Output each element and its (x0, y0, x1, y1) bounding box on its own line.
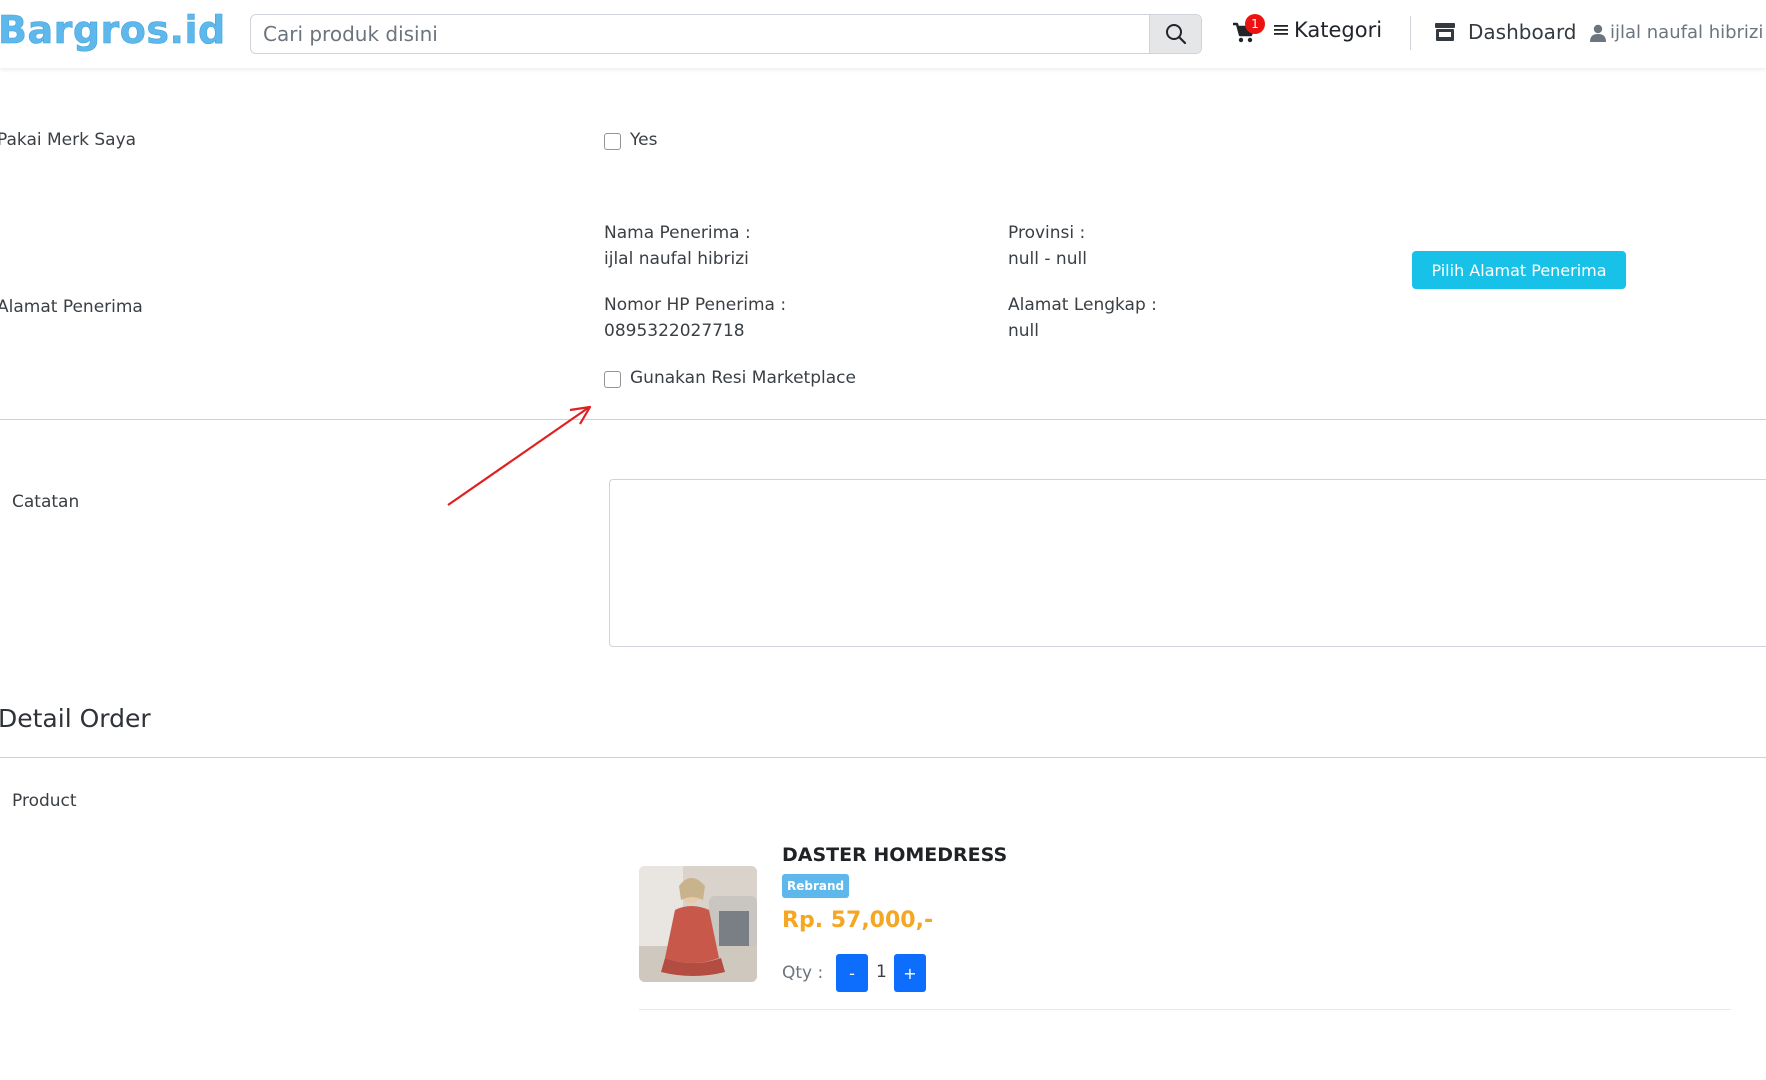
product-label: Product (12, 791, 77, 811)
pakai-merk-label: Pakai Merk Saya (0, 130, 137, 150)
alamat-lengkap-value: null (1008, 321, 1039, 341)
nav-divider (1410, 16, 1411, 50)
pakai-merk-checkbox[interactable] (604, 133, 621, 150)
pilih-alamat-button[interactable]: Pilih Alamat Penerima (1412, 251, 1626, 289)
logo[interactable]: Bargros.id (0, 8, 226, 53)
search-button[interactable] (1149, 15, 1201, 53)
qty-value: 1 (876, 962, 887, 982)
qty-decrement-button[interactable]: - (836, 954, 868, 992)
provinsi-key: Provinsi : (1008, 223, 1086, 243)
provinsi-value: null - null (1008, 249, 1087, 269)
detail-order-title: Detail Order (0, 704, 151, 733)
nama-penerima-key: Nama Penerima : (604, 223, 751, 243)
product-name: DASTER HOMEDRESS (782, 844, 1008, 866)
resi-marketplace-label[interactable]: Gunakan Resi Marketplace (630, 368, 856, 388)
kategori-label: Kategori (1294, 18, 1383, 42)
rebrand-badge: Rebrand (782, 874, 850, 898)
product-price: Rp. 57,000,- (782, 908, 934, 933)
user-icon (1590, 24, 1606, 42)
menu-icon (1274, 25, 1288, 35)
cart-count-badge: 1 (1245, 14, 1265, 34)
navbar: Bargros.id 1 Kategori (0, 0, 1766, 68)
user-menu[interactable]: ijlal naufal hibrizi (1590, 22, 1763, 43)
dashboard-label: Dashboard (1468, 20, 1577, 44)
nomor-hp-key: Nomor HP Penerima : (604, 295, 787, 315)
annotation-arrow-icon (447, 405, 592, 506)
dashboard-link[interactable]: Dashboard (1434, 20, 1577, 44)
user-name: ijlal naufal hibrizi (1610, 22, 1764, 43)
qty-increment-button[interactable]: + (894, 954, 926, 992)
product-photo-icon (639, 866, 757, 982)
nama-penerima-value: ijlal naufal hibrizi (604, 249, 749, 269)
resi-marketplace-checkbox[interactable] (604, 371, 621, 388)
search-input[interactable] (251, 15, 1149, 53)
alamat-penerima-label: Alamat Penerima (0, 297, 143, 317)
search-bar (250, 14, 1202, 54)
nomor-hp-value: 0895322027718 (604, 321, 745, 341)
product-image[interactable] (639, 866, 757, 982)
section-divider (0, 419, 1766, 420)
catatan-label: Catatan (12, 492, 80, 512)
alamat-lengkap-key: Alamat Lengkap : (1008, 295, 1157, 315)
kategori-menu[interactable]: Kategori (1274, 18, 1382, 42)
catatan-textarea[interactable] (609, 479, 1766, 647)
store-icon (1435, 23, 1455, 41)
search-icon (1165, 24, 1186, 45)
detail-order-divider (0, 757, 1766, 758)
qty-label: Qty : (782, 963, 824, 983)
pakai-merk-checkbox-label[interactable]: Yes (630, 130, 657, 150)
